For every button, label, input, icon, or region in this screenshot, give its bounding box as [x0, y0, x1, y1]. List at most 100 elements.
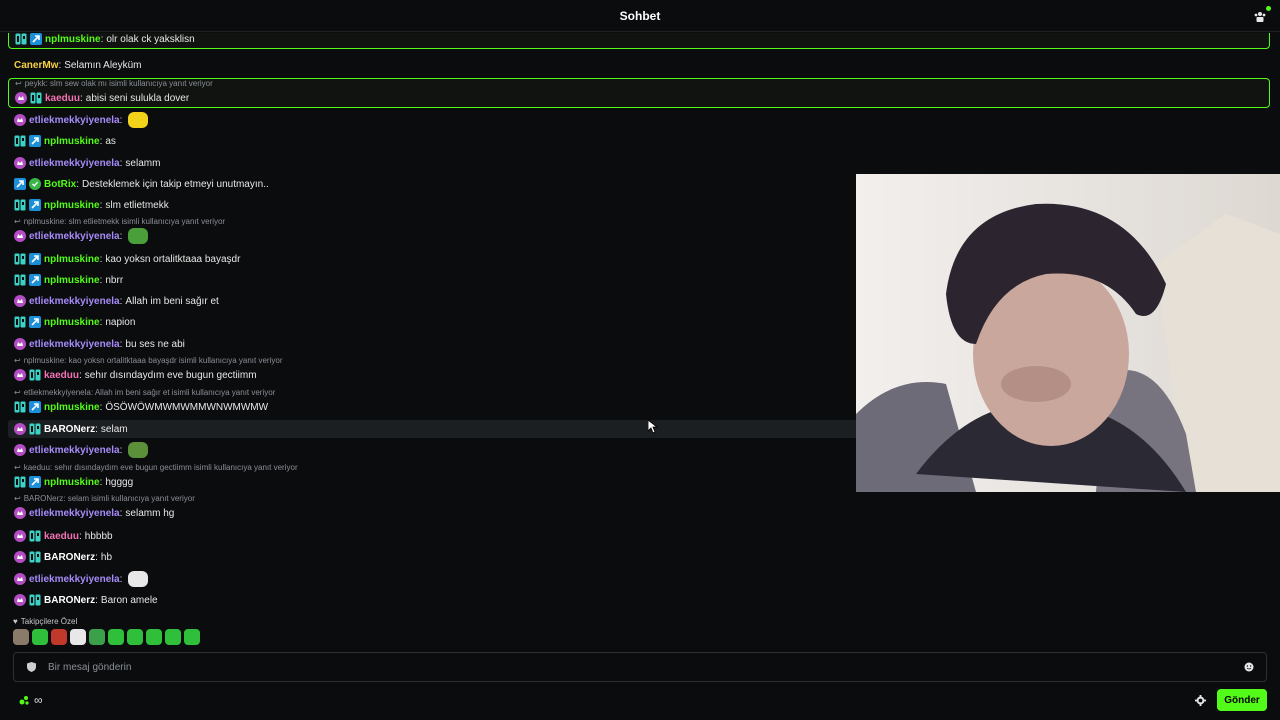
username[interactable]: etliekmekkyiyenela [29, 230, 120, 243]
vip-badge-icon[interactable] [29, 253, 41, 265]
username[interactable]: kaeduu [45, 92, 80, 105]
og-badge-icon[interactable] [15, 33, 27, 45]
vip-badge-icon[interactable] [14, 178, 26, 190]
subscriber-badge-icon[interactable] [14, 551, 26, 563]
pepe-lying-emote[interactable] [128, 442, 149, 458]
subscriber-badge-icon[interactable] [14, 338, 26, 350]
username[interactable]: nplmuskine [44, 274, 100, 287]
subscriber-badge-icon[interactable] [14, 507, 26, 519]
vip-badge-icon[interactable] [29, 199, 41, 211]
reply-icon: ↩ [14, 217, 21, 226]
username[interactable]: BARONerz [44, 551, 95, 564]
username[interactable]: nplmuskine [44, 135, 100, 148]
green-face-emote[interactable] [108, 629, 124, 645]
og-badge-icon[interactable] [29, 594, 41, 606]
subscriber-badge-icon[interactable] [14, 295, 26, 307]
chat-message[interactable]: etliekmekkyiyenela: [8, 111, 1270, 129]
og-badge-icon[interactable] [14, 476, 26, 488]
chat-message[interactable]: nplmuskine: as [8, 132, 1270, 150]
vip-badge-icon[interactable] [29, 476, 41, 488]
portrait-emote[interactable] [13, 629, 29, 645]
subscriber-badge-icon[interactable] [14, 157, 26, 169]
username[interactable]: kaeduu [44, 530, 79, 543]
og-badge-icon[interactable] [29, 551, 41, 563]
og-badge-icon[interactable] [14, 274, 26, 286]
green-chat-emote[interactable] [127, 629, 143, 645]
chat-message[interactable]: BARONerz: hb [8, 548, 1270, 566]
chat-message[interactable]: etliekmekkyiyenela: [8, 570, 1270, 588]
chat-message[interactable]: nplmuskine: olr olak ck yaksklisn [8, 33, 1270, 49]
green-smile-emote[interactable] [184, 629, 200, 645]
subscriber-badge-icon[interactable] [14, 369, 26, 381]
username[interactable]: nplmuskine [44, 253, 100, 266]
username[interactable]: etliekmekkyiyenela [29, 157, 120, 170]
username[interactable]: etliekmekkyiyenela [29, 295, 120, 308]
username[interactable]: BotRix [44, 178, 76, 191]
og-badge-icon[interactable] [29, 530, 41, 542]
og-badge-icon[interactable] [14, 401, 26, 413]
send-button[interactable]: Gönder [1217, 689, 1267, 711]
message-separator: : [119, 507, 123, 519]
reply-context[interactable]: ↩ BARONerz: selam isimli kullanıcıya yanı… [14, 494, 1270, 504]
username[interactable]: nplmuskine [45, 33, 101, 46]
green-cap-emote[interactable] [146, 629, 162, 645]
username[interactable]: nplmuskine [44, 401, 100, 414]
red-devil-emote[interactable] [51, 629, 67, 645]
verified-badge-icon[interactable] [29, 178, 41, 190]
username[interactable]: BARONerz [44, 594, 95, 607]
subscriber-badge-icon[interactable] [14, 114, 26, 126]
og-badge-icon[interactable] [14, 316, 26, 328]
og-badge-icon[interactable] [14, 253, 26, 265]
og-badge-icon[interactable] [30, 92, 42, 104]
settings-button[interactable] [1192, 692, 1208, 708]
vip-badge-icon[interactable] [29, 135, 41, 147]
username[interactable]: etliekmekkyiyenela [29, 507, 120, 520]
username[interactable]: kaeduu [44, 369, 79, 382]
subscriber-badge-icon[interactable] [14, 573, 26, 585]
shield-icon[interactable] [24, 660, 38, 674]
og-badge-icon[interactable] [29, 423, 41, 435]
reply-context[interactable]: ↩ peykk: slm sew olak mı isimli kullanıcı… [15, 79, 1269, 89]
emoji-icon[interactable] [1242, 660, 1256, 674]
kicks-icon[interactable] [18, 694, 30, 706]
message-text: abisi seni sulukla dover [85, 92, 190, 104]
chat-message[interactable]: ↩ BARONerz: selam isimli kullanıcıya yanı… [8, 494, 1270, 522]
message-text: selamm hg [125, 507, 175, 519]
subscriber-badge-icon[interactable] [14, 594, 26, 606]
panda-emote[interactable] [70, 629, 86, 645]
green-mail-emote[interactable] [89, 629, 105, 645]
username[interactable]: nplmuskine [44, 199, 100, 212]
username[interactable]: CanerMw [14, 59, 58, 72]
subscriber-badge-icon[interactable] [14, 530, 26, 542]
og-badge-icon[interactable] [14, 199, 26, 211]
chicken-emote[interactable] [128, 571, 149, 587]
chat-message[interactable]: kaeduu: hbbbb [8, 527, 1270, 545]
subscriber-badge-icon[interactable] [14, 423, 26, 435]
subscriber-badge-icon[interactable] [14, 230, 26, 242]
username[interactable]: BARONerz [44, 423, 95, 436]
message-input[interactable] [48, 661, 1242, 673]
pepe-hat-emote[interactable] [128, 228, 149, 244]
vip-badge-icon[interactable] [29, 316, 41, 328]
username[interactable]: nplmuskine [44, 476, 100, 489]
subscriber-badge-icon[interactable] [14, 444, 26, 456]
chat-message[interactable]: BARONerz: Baron amele [8, 591, 1270, 609]
chat-message[interactable]: CanerMw: Selamın Aleyküm [8, 56, 1270, 74]
username[interactable]: etliekmekkyiyenela [29, 338, 120, 351]
vip-badge-icon[interactable] [29, 401, 41, 413]
og-badge-icon[interactable] [29, 369, 41, 381]
username[interactable]: etliekmekkyiyenela [29, 114, 120, 127]
yellow-face-emote[interactable] [128, 112, 149, 128]
vip-badge-icon[interactable] [30, 33, 42, 45]
green-wink-emote[interactable] [165, 629, 181, 645]
username[interactable]: nplmuskine [44, 316, 100, 329]
subscriber-badge-icon[interactable] [15, 92, 27, 104]
chat-message[interactable]: ↩ peykk: slm sew olak mı isimli kullanıcı… [8, 78, 1270, 108]
chat-message[interactable]: etliekmekkyiyenela: selamm [8, 154, 1270, 172]
username[interactable]: etliekmekkyiyenela [29, 573, 120, 586]
username[interactable]: etliekmekkyiyenela [29, 444, 120, 457]
users-button[interactable] [1252, 6, 1271, 24]
vip-badge-icon[interactable] [29, 274, 41, 286]
green-blob-emote[interactable] [32, 629, 48, 645]
og-badge-icon[interactable] [14, 135, 26, 147]
